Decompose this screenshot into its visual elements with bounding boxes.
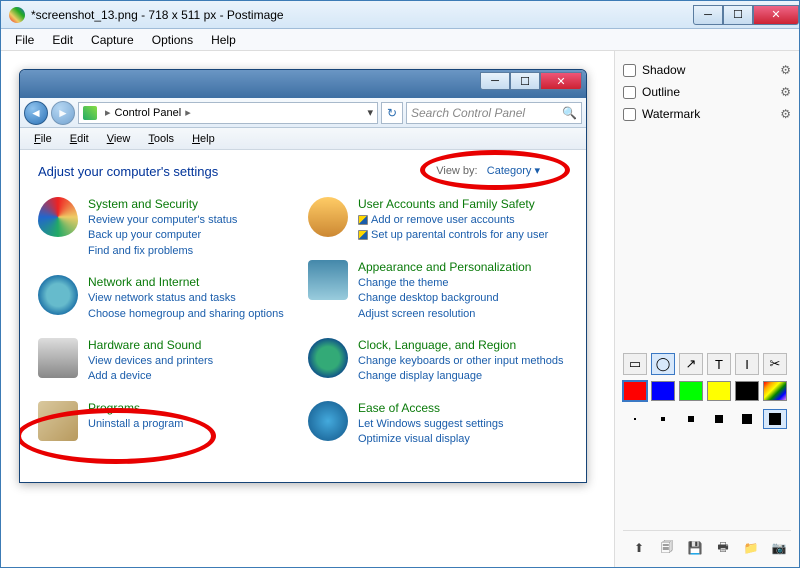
gear-icon[interactable]: ⚙ (780, 107, 791, 121)
breadcrumb[interactable]: ▸ Control Panel ▸ ▾ (78, 102, 378, 124)
cp-item-hardware[interactable]: Hardware and Sound View devices and prin… (38, 338, 298, 385)
tool-rect[interactable]: ▭ (623, 353, 647, 375)
option-watermark[interactable]: Watermark⚙ (623, 103, 791, 125)
menu-options[interactable]: Options (144, 31, 201, 49)
shield-icon (38, 197, 78, 237)
gear-icon[interactable]: ⚙ (780, 63, 791, 77)
size-4[interactable] (707, 409, 731, 429)
option-shadow[interactable]: Shadow⚙ (623, 59, 791, 81)
tool-arrow[interactable]: ↗ (679, 353, 703, 375)
inner-menu-view[interactable]: View (99, 131, 139, 147)
inner-menu-file[interactable]: File (26, 131, 60, 147)
view-by-dropdown[interactable]: Category ▾ (487, 165, 540, 177)
color-yellow[interactable] (707, 381, 731, 401)
postimage-window: *screenshot_13.png - 718 x 511 px - Post… (0, 0, 800, 568)
right-panel: Shadow⚙ Outline⚙ Watermark⚙ ▭ ◯ ↗ T I ✂ (614, 51, 799, 567)
inner-menu-edit[interactable]: Edit (62, 131, 97, 147)
tool-crop[interactable]: ✂ (763, 353, 787, 375)
inner-close-button[interactable]: ✕ (540, 72, 582, 90)
address-bar: ◄ ► ▸ Control Panel ▸ ▾ ↻ Search Control… (20, 98, 586, 128)
app-icon (9, 7, 25, 23)
menu-file[interactable]: File (7, 31, 42, 49)
refresh-button[interactable]: ↻ (381, 102, 403, 124)
cp-item-clock-lang[interactable]: Clock, Language, and Region Change keybo… (308, 338, 568, 385)
uac-shield-icon (358, 230, 368, 240)
upload-icon[interactable]: ⬆ (627, 537, 651, 559)
close-button[interactable]: ✕ (753, 5, 799, 25)
inner-menu-help[interactable]: Help (184, 131, 223, 147)
monitor-icon (308, 260, 348, 300)
save-icon[interactable]: 💾 (683, 537, 707, 559)
outline-checkbox[interactable] (623, 86, 636, 99)
tool-caret[interactable]: I (735, 353, 759, 375)
breadcrumb-text: Control Panel (115, 107, 182, 119)
size-row (623, 409, 791, 429)
inner-maximize-button[interactable]: ☐ (510, 72, 540, 90)
shadow-checkbox[interactable] (623, 64, 636, 77)
cp-item-ease-access[interactable]: Ease of Access Let Windows suggest setti… (308, 401, 568, 448)
camera-icon[interactable]: 📷 (767, 537, 791, 559)
back-button[interactable]: ◄ (24, 101, 48, 125)
cp-item-appearance[interactable]: Appearance and Personalization Change th… (308, 260, 568, 322)
cp-item-network[interactable]: Network and Internet View network status… (38, 275, 298, 322)
control-panel-window: ─ ☐ ✕ ◄ ► ▸ Control Panel ▸ ▾ ↻ (19, 69, 587, 483)
bottom-toolbar: ⬆ 🗐 💾 🖶 📁 📷 (623, 530, 791, 559)
color-green[interactable] (679, 381, 703, 401)
forward-button[interactable]: ► (51, 101, 75, 125)
globe-icon (38, 275, 78, 315)
inner-menu-tools[interactable]: Tools (140, 131, 182, 147)
control-panel-body: Adjust your computer's settings View by:… (20, 150, 586, 483)
inner-minimize-button[interactable]: ─ (480, 72, 510, 90)
cp-item-programs[interactable]: Programs Uninstall a program (38, 401, 298, 441)
menu-capture[interactable]: Capture (83, 31, 142, 49)
search-input[interactable]: Search Control Panel 🔍 (406, 102, 582, 124)
control-panel-icon (83, 106, 97, 120)
color-blue[interactable] (651, 381, 675, 401)
color-rainbow[interactable] (763, 381, 787, 401)
disc-box-icon (38, 401, 78, 441)
canvas[interactable]: ─ ☐ ✕ ◄ ► ▸ Control Panel ▸ ▾ ↻ (1, 51, 614, 567)
right-column: User Accounts and Family Safety Add or r… (308, 197, 568, 464)
color-red[interactable] (623, 381, 647, 401)
tool-ellipse[interactable]: ◯ (651, 353, 675, 375)
clock-globe-icon (308, 338, 348, 378)
copy-icon[interactable]: 🗐 (655, 537, 679, 559)
folder-icon[interactable]: 📁 (739, 537, 763, 559)
window-title: *screenshot_13.png - 718 x 511 px - Post… (31, 8, 693, 22)
color-black[interactable] (735, 381, 759, 401)
titlebar[interactable]: *screenshot_13.png - 718 x 511 px - Post… (1, 1, 799, 29)
view-by: View by: Category ▾ (436, 164, 540, 177)
menu-help[interactable]: Help (203, 31, 244, 49)
cp-item-user-accounts[interactable]: User Accounts and Family Safety Add or r… (308, 197, 568, 244)
size-6[interactable] (763, 409, 787, 429)
menu-edit[interactable]: Edit (44, 31, 81, 49)
gear-icon[interactable]: ⚙ (780, 85, 791, 99)
ease-access-icon (308, 401, 348, 441)
uac-shield-icon (358, 215, 368, 225)
color-row (623, 381, 791, 401)
size-1[interactable] (623, 409, 647, 429)
left-column: System and Security Review your computer… (38, 197, 298, 464)
search-icon: 🔍 (562, 106, 577, 120)
tool-grid: ▭ ◯ ↗ T I ✂ (623, 353, 791, 375)
minimize-button[interactable]: ─ (693, 5, 723, 25)
option-outline[interactable]: Outline⚙ (623, 81, 791, 103)
users-icon (308, 197, 348, 237)
tool-text[interactable]: T (707, 353, 731, 375)
menubar: File Edit Capture Options Help (1, 29, 799, 51)
size-3[interactable] (679, 409, 703, 429)
inner-titlebar: ─ ☐ ✕ (20, 70, 586, 98)
size-5[interactable] (735, 409, 759, 429)
inner-menubar: File Edit View Tools Help (20, 128, 586, 150)
cp-item-system-security[interactable]: System and Security Review your computer… (38, 197, 298, 259)
printer-icon (38, 338, 78, 378)
watermark-checkbox[interactable] (623, 108, 636, 121)
size-2[interactable] (651, 409, 675, 429)
maximize-button[interactable]: ☐ (723, 5, 753, 25)
print-icon[interactable]: 🖶 (711, 537, 735, 559)
